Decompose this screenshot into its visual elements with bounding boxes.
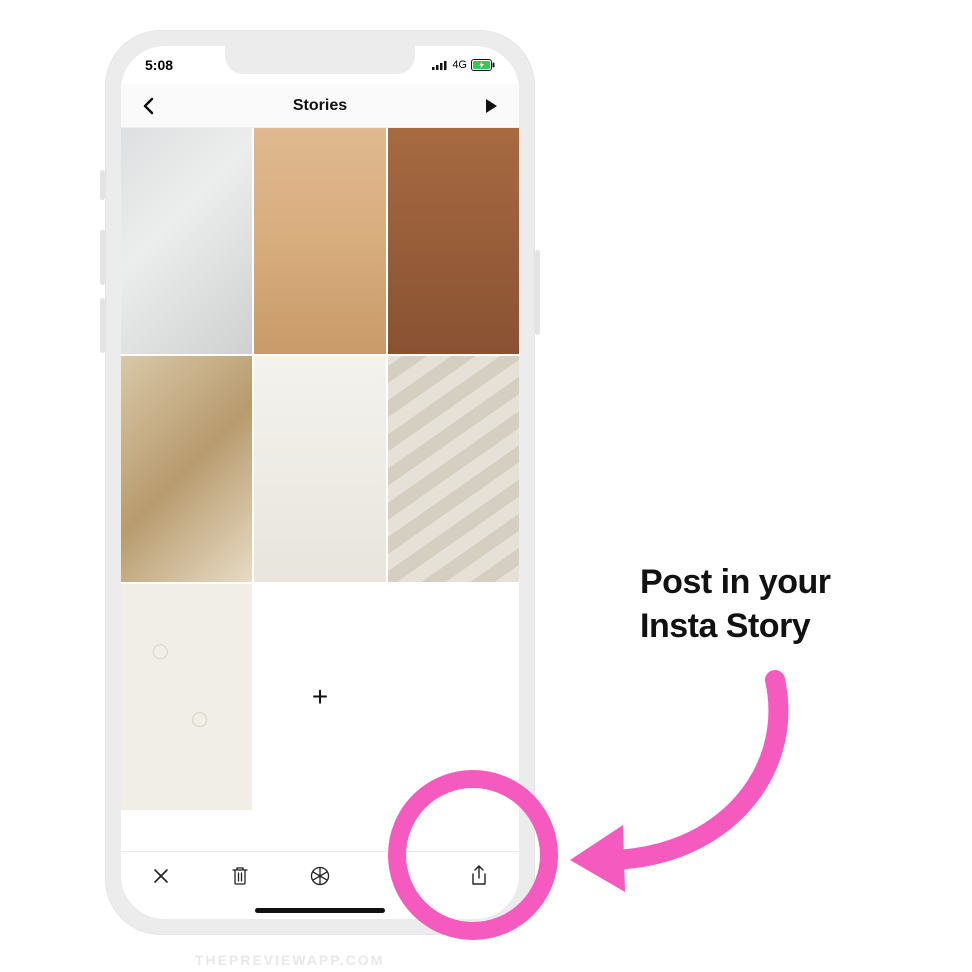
share-icon <box>470 865 488 887</box>
story-tile[interactable] <box>388 356 519 582</box>
story-tile[interactable] <box>121 356 252 582</box>
story-tile[interactable] <box>121 584 252 810</box>
volume-down-button <box>100 298 105 353</box>
power-button <box>535 250 540 335</box>
story-tile[interactable] <box>121 128 252 354</box>
status-bar: 5:08 4G <box>121 46 519 84</box>
filter-button[interactable] <box>306 862 334 890</box>
status-right: 4G <box>432 59 495 71</box>
page-title: Stories <box>293 97 347 115</box>
add-story-tile[interactable]: + <box>254 584 385 810</box>
side-button <box>100 170 105 200</box>
watermark: THEPREVIEWAPP.COM <box>195 952 384 968</box>
bottom-toolbar <box>121 851 519 899</box>
annotation-line1: Post in your <box>640 560 830 604</box>
trash-icon <box>231 866 249 886</box>
close-icon <box>152 867 170 885</box>
annotation-arrow-icon <box>545 670 815 900</box>
story-tile[interactable] <box>254 356 385 582</box>
aperture-icon <box>310 866 330 886</box>
home-indicator[interactable] <box>255 908 385 913</box>
stories-grid: + <box>121 128 519 810</box>
nav-bar: Stories <box>121 84 519 128</box>
status-time: 5:08 <box>145 57 173 73</box>
hidden-button[interactable] <box>386 862 414 890</box>
back-button[interactable] <box>139 96 159 116</box>
delete-button[interactable] <box>226 862 254 890</box>
play-button[interactable] <box>481 96 501 116</box>
volume-up-button <box>100 230 105 285</box>
story-tile[interactable] <box>254 128 385 354</box>
annotation-text: Post in your Insta Story <box>640 560 830 648</box>
network-label: 4G <box>452 59 467 71</box>
plus-icon: + <box>312 681 328 713</box>
share-button[interactable] <box>465 862 493 890</box>
story-tile[interactable] <box>388 128 519 354</box>
close-button[interactable] <box>147 862 175 890</box>
circle-icon <box>391 867 409 885</box>
battery-icon <box>471 59 495 71</box>
annotation-line2: Insta Story <box>640 604 830 648</box>
empty-tile <box>388 584 519 810</box>
signal-icon <box>432 60 448 70</box>
phone-screen: 5:08 4G Stories + <box>121 46 519 919</box>
phone-frame: 5:08 4G Stories + <box>105 30 535 935</box>
